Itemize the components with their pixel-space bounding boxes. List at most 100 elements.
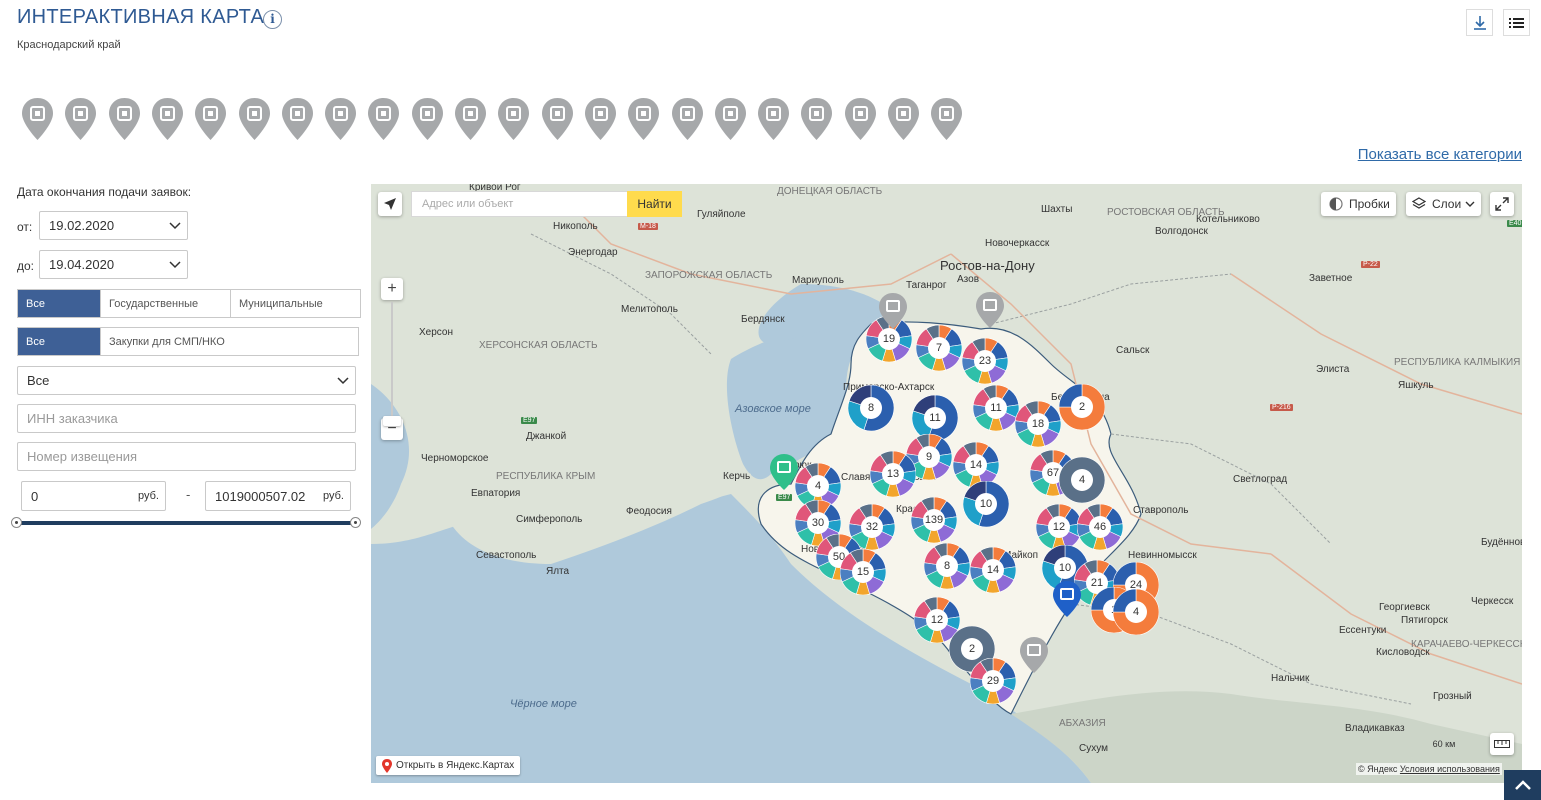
government-building-icon[interactable] [541,97,574,141]
printer-icon[interactable] [367,97,400,141]
zoom-control: + − [381,278,403,440]
chevron-up-icon [1514,780,1531,790]
medicine-bottle-icon[interactable] [64,97,97,141]
geolocation-button[interactable] [378,192,402,216]
map-cluster[interactable]: 7 [915,324,963,372]
road-marker-icon[interactable] [769,453,799,491]
terms-of-use-link[interactable]: Условия использования [1400,764,1500,774]
globe-icon[interactable] [627,97,660,141]
owner-all-option[interactable]: Все [18,290,101,317]
chevron-down-icon [169,222,181,230]
chevron-down-icon [169,261,181,269]
map-cluster[interactable]: 14 [969,546,1017,594]
calculator-icon[interactable] [584,97,617,141]
map-cluster[interactable]: 15 [839,548,887,596]
mouse-icon[interactable] [454,97,487,141]
newspaper-icon[interactable] [671,97,704,141]
map-label: Мариуполь [792,275,844,286]
fullscreen-button[interactable] [1490,192,1514,216]
date-from-select[interactable]: 19.02.2020 [39,211,188,240]
map-cluster[interactable]: 23 [961,337,1009,385]
cluster-count: 14 [965,454,987,476]
bread-icon[interactable] [151,97,184,141]
cluster-count: 13 [882,463,904,485]
cluster-count: 10 [1054,557,1076,579]
door-icon[interactable] [281,97,314,141]
washing-machine-icon[interactable] [411,97,444,141]
expand-icon [1495,197,1509,211]
inn-input[interactable]: ИНН заказчика [17,404,356,433]
download-button[interactable] [1466,9,1493,36]
map-label: РЕСПУБЛИКА КАЛМЫКИЯ [1394,357,1521,368]
brick-wall-icon[interactable] [194,97,227,141]
road-sign: P-22 [1361,261,1380,268]
show-all-categories-link[interactable]: Показать все категории [1358,146,1522,163]
map-pin-icon [382,759,392,773]
map-cluster[interactable]: 12 [1035,503,1083,551]
plant-icon[interactable] [714,97,747,141]
ruler-button[interactable] [1490,733,1514,755]
location-pin-icon[interactable] [930,97,963,141]
owner-type-toggle: Все Государственные Муниципальные [17,289,361,318]
zoom-slider-handle[interactable] [383,416,401,426]
map-find-button[interactable]: Найти [627,191,682,217]
chevron-down-icon [337,377,349,385]
first-aid-kit-icon[interactable] [108,97,141,141]
bus-icon[interactable] [497,97,530,141]
film-icon[interactable] [844,97,877,141]
marker-icon[interactable] [975,291,1005,329]
layers-button[interactable]: Слои [1406,192,1481,216]
cluster-count: 8 [860,397,882,419]
traffic-button[interactable]: Пробки [1321,192,1396,216]
smp-all-option[interactable]: Все [18,328,101,355]
map-cluster[interactable]: 139 [910,496,958,544]
map-label: АБХАЗИЯ [1059,718,1106,729]
notice-number-input[interactable]: Номер извещения [17,442,356,471]
map-label: Энергодар [568,247,618,258]
map-cluster[interactable]: 18 [1014,400,1062,448]
date-to-select[interactable]: 19.04.2020 [39,250,188,279]
price-slider-track[interactable] [17,521,356,525]
interactive-map[interactable]: Кривой Рог ДОНЕЦКАЯ ОБЛАСТЬ Гуляйполе Никоп… [371,184,1522,783]
list-view-button[interactable] [1503,9,1530,36]
price-max-input[interactable]: 1019000507.02 руб. [205,481,351,511]
map-search-input[interactable]: Адрес или объект [411,191,628,217]
road-icon[interactable] [238,97,271,141]
map-label: Невинномысск [1128,550,1197,561]
scroll-to-top-button[interactable] [1504,770,1541,800]
map-cluster[interactable]: 4 [1058,456,1106,504]
owner-state-option[interactable]: Государственные [101,290,231,317]
map-cluster[interactable]: 46 [1076,503,1124,551]
map-cluster[interactable]: 29 [969,657,1017,705]
map-cluster[interactable]: 10 [962,480,1010,528]
price-slider-max-handle[interactable] [350,517,361,528]
zoom-in-button[interactable]: + [381,278,403,300]
price-slider-min-handle[interactable] [11,517,22,528]
map-cluster[interactable]: 8 [847,384,895,432]
heart-pulse-icon[interactable] [800,97,833,141]
marker-icon[interactable] [1019,636,1049,674]
map-cluster[interactable]: 13 [869,450,917,498]
zoom-slider-track[interactable] [391,302,393,420]
map-cluster[interactable]: 2 [1058,383,1106,431]
owner-municipal-option[interactable]: Муниципальные [231,290,360,317]
price-min-input[interactable]: 0 руб. [21,481,166,511]
truck-icon[interactable] [887,97,920,141]
procurement-type-select[interactable]: Все [17,366,356,395]
open-in-yandex-maps-button[interactable]: Открыть в Яндекс.Картах [376,756,521,775]
date-from-value: 19.02.2020 [49,218,115,233]
smp-only-option[interactable]: Закупки для СМП/НКО [101,328,358,355]
page: ИНТЕРАКТИВНАЯ КАРТА i Краснодарский край… [0,0,1541,800]
pill-icon[interactable] [757,97,790,141]
syringe-icon[interactable] [21,97,54,141]
map-cluster[interactable]: 8 [923,542,971,590]
price-max-currency: руб. [323,490,344,502]
globe-marker-icon[interactable] [1052,580,1082,618]
scale-label: 60 км [1432,739,1456,749]
marker-icon[interactable] [878,292,908,330]
fridge-icon[interactable] [324,97,357,141]
info-icon[interactable]: i [263,10,282,29]
map-cluster[interactable]: 11 [972,384,1020,432]
cluster-count: 2 [1071,396,1093,418]
map-cluster[interactable]: 4 [1112,588,1160,636]
